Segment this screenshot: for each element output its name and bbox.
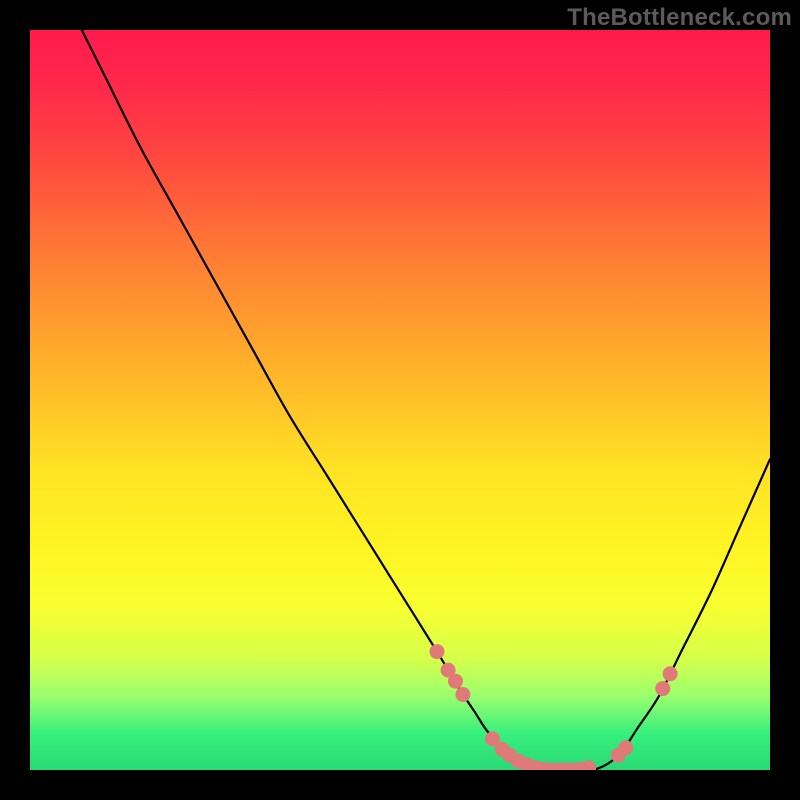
- marker-point: [448, 674, 463, 689]
- gradient-background: [30, 30, 770, 770]
- marker-point: [430, 644, 445, 659]
- marker-point: [655, 681, 670, 696]
- chart-container: TheBottleneck.com: [0, 0, 800, 800]
- watermark-text: TheBottleneck.com: [567, 4, 792, 32]
- marker-point: [455, 687, 470, 702]
- plot-area: [30, 30, 770, 770]
- marker-point: [663, 666, 678, 681]
- marker-point: [618, 740, 633, 755]
- chart-svg: [30, 30, 770, 770]
